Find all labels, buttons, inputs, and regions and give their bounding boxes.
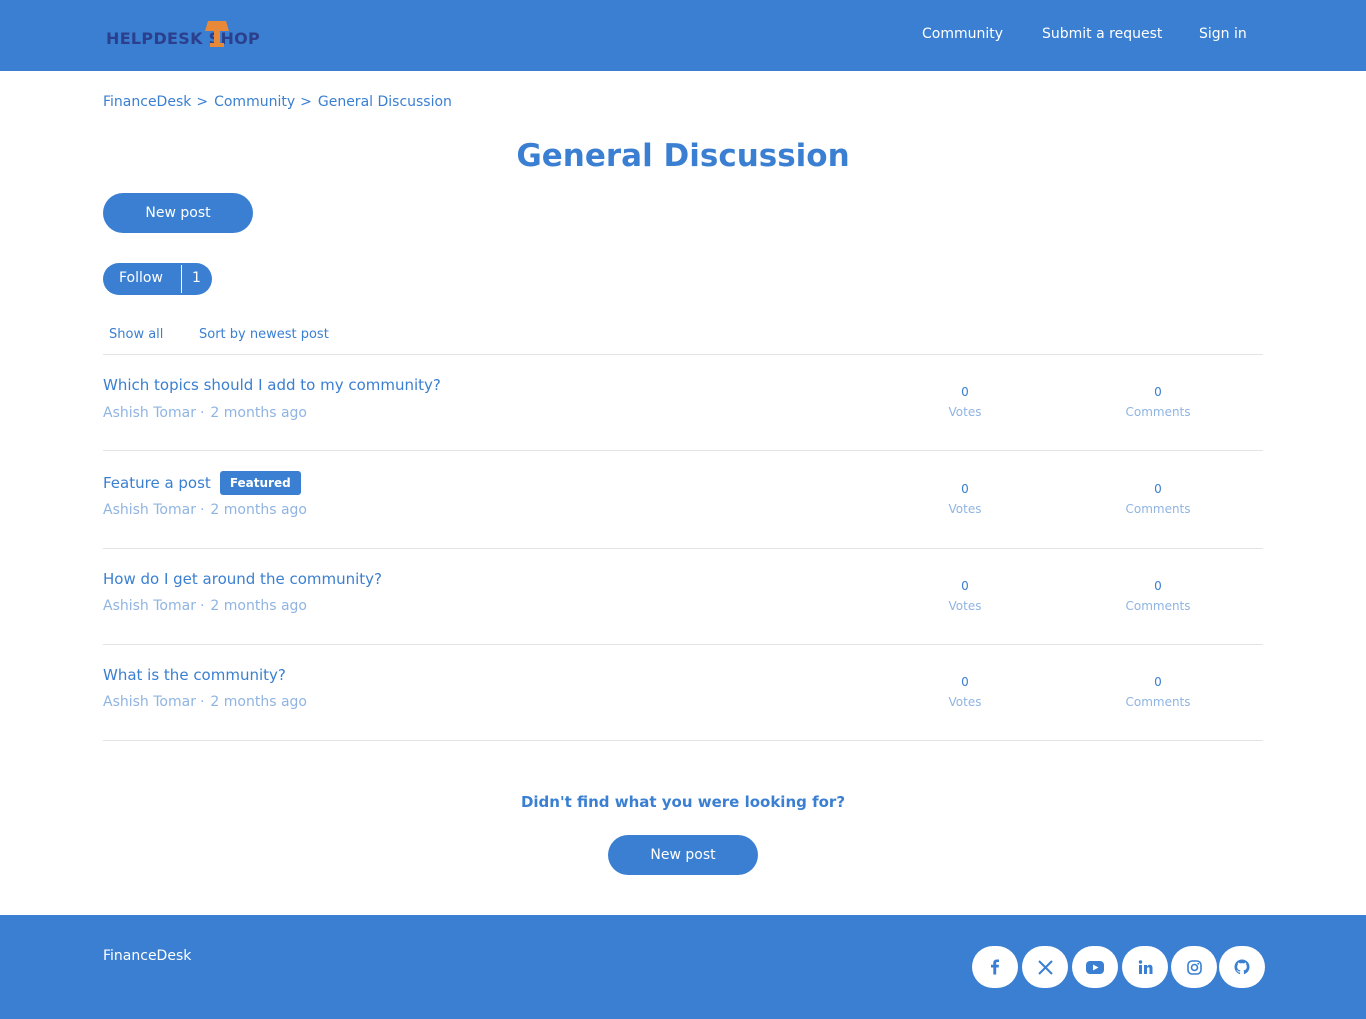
comment-count: 0 <box>1154 579 1162 593</box>
sort-by-dropdown[interactable]: Sort by newest post <box>199 327 329 342</box>
post-time: 2 months ago <box>210 502 307 518</box>
post-meta: Ashish Tomar · 2 months ago <box>103 502 307 518</box>
list-divider <box>103 354 1263 355</box>
row-divider <box>103 548 1263 549</box>
breadcrumb-separator: > <box>300 94 312 110</box>
comments-label: Comments <box>1125 599 1191 613</box>
votes-label: Votes <box>948 502 982 516</box>
post-author[interactable]: Ashish Tomar <box>103 694 196 710</box>
github-icon[interactable] <box>1219 946 1265 988</box>
post-author[interactable]: Ashish Tomar <box>103 405 196 421</box>
comment-stat: 0 Comments <box>1098 672 1218 712</box>
follow-button[interactable]: Follow 1 <box>103 263 212 295</box>
youtube-icon[interactable] <box>1072 946 1118 988</box>
breadcrumb-financedesk[interactable]: FinanceDesk <box>103 94 191 110</box>
helpdesk-shop-logo[interactable]: HELPDESK SHOP <box>106 19 260 53</box>
vote-count: 0 <box>961 579 969 593</box>
post-title-text[interactable]: Feature a post <box>103 474 211 492</box>
vote-stat: 0 Votes <box>905 382 1025 422</box>
comments-label: Comments <box>1125 502 1191 516</box>
post-title-link[interactable]: Which topics should I add to my communit… <box>103 376 441 394</box>
breadcrumb-general-discussion[interactable]: General Discussion <box>318 94 452 110</box>
row-divider <box>103 450 1263 451</box>
vote-count: 0 <box>961 385 969 399</box>
x-icon[interactable] <box>1022 946 1068 988</box>
comment-stat: 0 Comments <box>1098 576 1218 616</box>
comments-label: Comments <box>1125 405 1191 419</box>
logo-text: HELPDESK SHOP <box>106 29 261 48</box>
facebook-icon[interactable] <box>972 946 1018 988</box>
comment-count: 0 <box>1154 675 1162 689</box>
featured-badge: Featured <box>219 471 301 495</box>
comment-count: 0 <box>1154 385 1162 399</box>
post-title-link[interactable]: What is the community? <box>103 666 286 684</box>
vote-stat: 0 Votes <box>905 672 1025 712</box>
post-meta: Ashish Tomar · 2 months ago <box>103 405 307 421</box>
instagram-icon[interactable] <box>1171 946 1217 988</box>
row-divider <box>103 644 1263 645</box>
comment-count: 0 <box>1154 482 1162 496</box>
nav-community[interactable]: Community <box>922 26 1003 42</box>
breadcrumb-separator: > <box>196 94 209 110</box>
nav-sign-in[interactable]: Sign in <box>1199 26 1247 42</box>
new-post-button[interactable]: New post <box>103 193 253 233</box>
post-author[interactable]: Ashish Tomar <box>103 502 196 518</box>
follow-label: Follow <box>119 270 163 286</box>
lamp-icon <box>205 21 229 47</box>
page-title: General Discussion <box>516 138 850 174</box>
comments-label: Comments <box>1125 695 1191 709</box>
votes-label: Votes <box>948 695 982 709</box>
nav-submit-request[interactable]: Submit a request <box>1042 26 1162 42</box>
vote-stat: 0 Votes <box>905 576 1025 616</box>
show-all-filter[interactable]: Show all <box>109 327 163 342</box>
breadcrumb-community[interactable]: Community <box>214 94 295 110</box>
site-footer: FinanceDesk <box>0 915 1366 1019</box>
post-time: 2 months ago <box>210 405 307 421</box>
post-meta: Ashish Tomar · 2 months ago <box>103 598 307 614</box>
post-author[interactable]: Ashish Tomar <box>103 598 196 614</box>
footer-brand[interactable]: FinanceDesk <box>103 948 191 964</box>
post-title-link[interactable]: How do I get around the community? <box>103 570 382 588</box>
site-header: HELPDESK SHOP Community Submit a request… <box>0 0 1366 71</box>
vote-count: 0 <box>961 675 969 689</box>
post-time: 2 months ago <box>210 694 307 710</box>
post-time: 2 months ago <box>210 598 307 614</box>
follower-count: 1 <box>192 270 201 286</box>
comment-stat: 0 Comments <box>1098 479 1218 519</box>
linkedin-icon[interactable] <box>1122 946 1168 988</box>
votes-label: Votes <box>948 405 982 419</box>
not-found-prompt: Didn't find what you were looking for? <box>520 793 846 811</box>
row-divider <box>103 740 1263 741</box>
post-meta: Ashish Tomar · 2 months ago <box>103 694 307 710</box>
follow-divider <box>181 265 182 293</box>
vote-count: 0 <box>961 482 969 496</box>
vote-stat: 0 Votes <box>905 479 1025 519</box>
post-title-link: Feature a post Featured <box>103 471 301 495</box>
comment-stat: 0 Comments <box>1098 382 1218 422</box>
votes-label: Votes <box>948 599 982 613</box>
breadcrumb: FinanceDesk > Community > General Discussion <box>103 94 452 110</box>
new-post-button-bottom[interactable]: New post <box>608 835 758 875</box>
